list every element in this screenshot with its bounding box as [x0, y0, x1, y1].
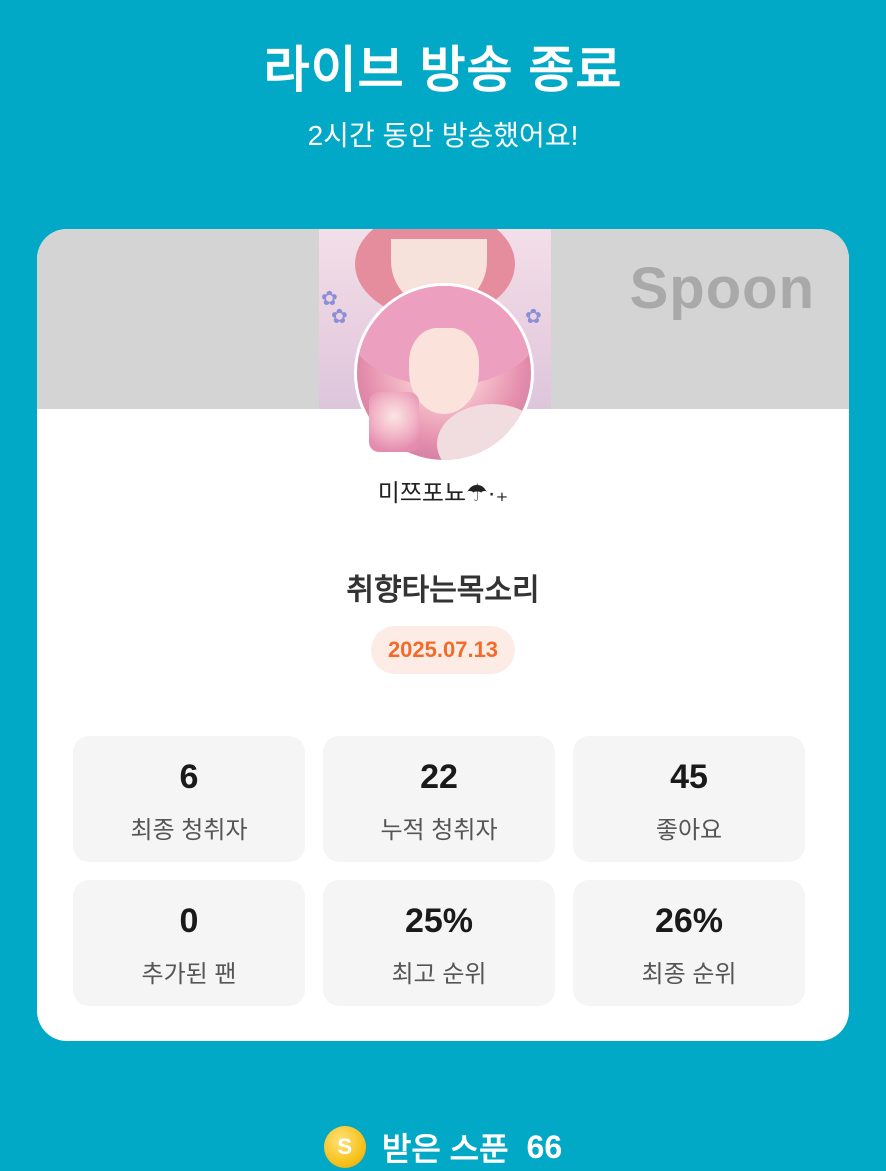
room-title: 취향타는목소리	[346, 574, 540, 607]
date-badge: 2025.07.13	[371, 626, 515, 674]
broadcast-duration: 2시간 동안 방송했어요!	[307, 120, 579, 151]
page-title: 라이브 방송 종료	[263, 42, 623, 98]
mini-avatar-sticker	[369, 392, 419, 452]
stat-total-listeners: 22 누적 청취자	[323, 736, 555, 862]
spoon-logo: Spoon	[629, 256, 815, 321]
avatar-face-shape	[409, 328, 479, 414]
stat-final-listeners: 6 최종 청취자	[73, 736, 305, 862]
stat-label: 추가된 팬	[141, 961, 237, 988]
received-spoons-label: 받은 스푼	[381, 1131, 509, 1167]
received-spoons-count: 66	[526, 1128, 563, 1165]
stat-final-rank: 26% 최종 순위	[573, 880, 805, 1006]
stat-best-rank: 25% 최고 순위	[323, 880, 555, 1006]
broadcast-summary-card: ✿ ✿ ✿ Spoon 미쯔포뇨☂︎·₊ 취향타는목소리 2025.07.13 …	[37, 229, 849, 1041]
stat-likes: 45 좋아요	[573, 736, 805, 862]
stat-value: 26%	[654, 902, 724, 940]
dj-nickname[interactable]: 미쯔포뇨☂︎·₊	[37, 473, 849, 508]
stat-value: 25%	[404, 902, 474, 940]
stat-label: 최종 순위	[641, 961, 737, 988]
stat-label: 최고 순위	[391, 961, 487, 988]
stat-label: 좋아요	[655, 817, 723, 844]
stat-value: 45	[670, 758, 708, 796]
stat-label: 누적 청취자	[380, 817, 498, 844]
stat-value: 6	[179, 758, 199, 796]
spoon-coin-icon: S	[323, 1126, 366, 1168]
stat-value: 0	[179, 902, 199, 940]
stat-new-fans: 0 추가된 팬	[73, 880, 305, 1006]
stat-label: 최종 청취자	[130, 817, 248, 844]
flower-icon: ✿	[331, 306, 348, 328]
stat-value: 22	[420, 758, 458, 796]
received-spoons: S 받은 스푼 66	[0, 1124, 886, 1170]
